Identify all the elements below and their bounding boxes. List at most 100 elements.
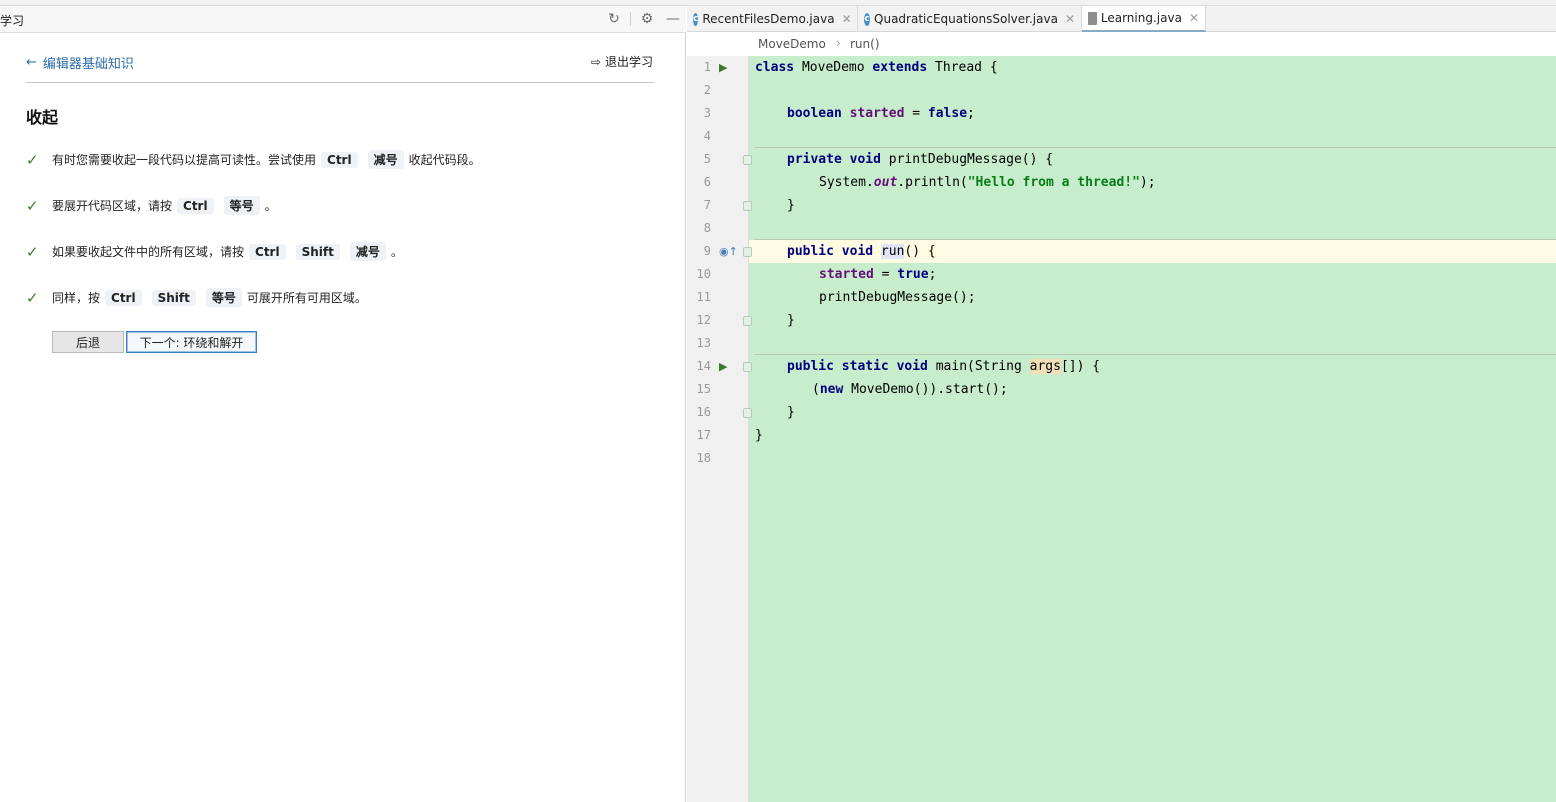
keyword: true <box>897 267 929 282</box>
code-line: 14 ▶ public static void main(String args… <box>687 356 1556 379</box>
code-line: 12 } <box>687 310 1556 333</box>
lesson-step: ✓ 有时您需要收起一段代码以提高可读性。尝试使用 Ctrl 减号 收起代码段。 <box>26 150 481 169</box>
keyword: public static void <box>787 359 928 374</box>
minimize-icon[interactable]: — <box>664 10 682 28</box>
header-divider <box>630 12 631 26</box>
line-number: 13 <box>696 336 711 350</box>
code-text: System.out.println("Hello from a thread!… <box>819 175 1156 190</box>
static-field-token: out <box>873 175 898 190</box>
line-number: 1 <box>703 60 711 74</box>
line-number: 14 <box>696 359 711 373</box>
gear-icon[interactable]: ⚙ <box>638 10 656 28</box>
code-token: () { <box>904 244 936 259</box>
line-number: 17 <box>696 428 711 442</box>
close-icon[interactable]: ✕ <box>1189 11 1199 25</box>
tab-recentfilesdemo[interactable]: c RecentFilesDemo.java ✕ <box>687 6 858 32</box>
run-icon[interactable]: ▶ <box>719 360 727 373</box>
fold-marker-icon[interactable] <box>743 316 752 326</box>
code-token: printDebugMessage() { <box>880 152 1054 167</box>
line-number: 16 <box>696 405 711 419</box>
code-text: class MoveDemo extends Thread { <box>755 60 998 75</box>
code-text: started = true; <box>819 267 936 282</box>
keyword: false <box>927 106 968 121</box>
code-token: ; <box>928 267 937 282</box>
fold-marker-icon[interactable] <box>743 155 752 165</box>
keyword: public void <box>787 244 874 259</box>
code-line: 2 <box>687 80 1556 103</box>
learning-panel-header: 学习 ↻ ⚙ — <box>0 6 686 33</box>
code-text: } <box>755 428 763 443</box>
line-number: 12 <box>696 313 711 327</box>
restart-icon[interactable]: ↻ <box>605 10 623 28</box>
code-token: = <box>904 106 928 121</box>
tab-label: QuadraticEquationsSolver.java <box>874 12 1058 26</box>
string-token: "Hello from a thread!" <box>967 175 1140 190</box>
back-button[interactable]: 后退 <box>52 331 124 353</box>
tab-quadraticequationssolver[interactable]: c QuadraticEquationsSolver.java ✕ <box>858 6 1082 32</box>
keyword: new <box>819 382 844 397</box>
close-icon[interactable]: ✕ <box>1065 12 1075 26</box>
code-text: public void run() { <box>787 244 936 259</box>
code-token: = <box>873 267 898 282</box>
code-line: 1 ▶ class MoveDemo extends Thread { <box>687 57 1556 80</box>
code-token: System. <box>819 175 874 190</box>
code-line: 17 } <box>687 425 1556 448</box>
lesson-step: ✓ 如果要收起文件中的所有区域，请按 Ctrl Shift 减号 。 <box>26 242 403 261</box>
code-text: printDebugMessage(); <box>819 290 976 305</box>
tab-learning[interactable]: Learning.java ✕ <box>1082 6 1206 32</box>
code-token: ; <box>967 106 975 121</box>
code-token: Thread { <box>927 60 998 75</box>
code-line: 13 <box>687 333 1556 356</box>
lesson-title: 收起 <box>26 108 59 127</box>
check-icon: ✓ <box>26 288 39 307</box>
breadcrumb-method[interactable]: run() <box>850 37 880 51</box>
java-class-icon: c <box>693 12 699 26</box>
code-token: .println( <box>897 175 968 190</box>
line-number: 5 <box>703 152 711 166</box>
key-badge: 等号 <box>205 288 242 307</box>
tab-label: Learning.java <box>1100 11 1182 25</box>
key-badge: Shift <box>295 243 340 260</box>
editor-tab-bar: c RecentFilesDemo.java ✕ c QuadraticEqua… <box>687 6 1556 32</box>
fold-marker-icon[interactable] <box>743 362 752 372</box>
learning-panel: 学习 ↻ ⚙ — ← 编辑器基础知识 ⇨ 退出学习 收起 ✓ 有时您需要收起一段… <box>0 6 686 802</box>
lesson-step: ✓ 同样，按 Ctrl Shift 等号 可展开所有可用区域。 <box>26 288 367 307</box>
code-text: private void printDebugMessage() { <box>787 152 1053 167</box>
key-badge: 减号 <box>367 150 404 169</box>
code-token: []) { <box>1060 359 1101 374</box>
code-token: ( <box>812 382 820 397</box>
code-line: 9 ◉↑ public void run() { <box>687 241 1556 264</box>
keyword: extends <box>872 60 928 75</box>
line-number: 4 <box>703 129 711 143</box>
lesson-step: ✓ 要展开代码区域，请按 Ctrl 等号 。 <box>26 196 277 215</box>
line-number: 3 <box>703 106 711 120</box>
key-badge: 减号 <box>349 242 386 261</box>
next-lesson-button[interactable]: 下一个: 环绕和解开 <box>126 331 257 353</box>
key-badge: Ctrl <box>105 289 142 306</box>
line-number: 15 <box>696 382 711 396</box>
fold-marker-icon[interactable] <box>743 201 752 211</box>
line-number: 2 <box>703 83 711 97</box>
fold-marker-icon[interactable] <box>743 408 752 418</box>
breadcrumb-class[interactable]: MoveDemo <box>758 37 826 51</box>
header-divider-line <box>26 82 654 83</box>
exit-learning-link[interactable]: ⇨ 退出学习 <box>591 53 653 70</box>
check-icon: ✓ <box>26 150 39 169</box>
java-class-icon: c <box>864 12 871 26</box>
code-line: 6 System.out.println("Hello from a threa… <box>687 172 1556 195</box>
back-link-label: 编辑器基础知识 <box>42 57 134 72</box>
step-text: 要展开代码区域，请按 <box>52 199 173 213</box>
code-line: 7 } <box>687 195 1556 218</box>
line-number: 8 <box>703 221 711 235</box>
code-line: 11 printDebugMessage(); <box>687 287 1556 310</box>
step-text: 有时您需要收起一段代码以提高可读性。尝试使用 <box>52 153 317 167</box>
back-to-lesson-link[interactable]: ← 编辑器基础知识 <box>26 53 134 72</box>
close-icon[interactable]: ✕ <box>842 12 852 26</box>
step-text: 如果要收起文件中的所有区域，请按 <box>52 245 245 259</box>
keyword: private void <box>787 152 881 167</box>
override-icon[interactable]: ◉↑ <box>719 245 738 258</box>
fold-marker-icon[interactable] <box>743 247 752 257</box>
keyword: class <box>755 60 795 75</box>
run-icon[interactable]: ▶ <box>719 61 727 74</box>
key-badge: Shift <box>151 289 196 306</box>
